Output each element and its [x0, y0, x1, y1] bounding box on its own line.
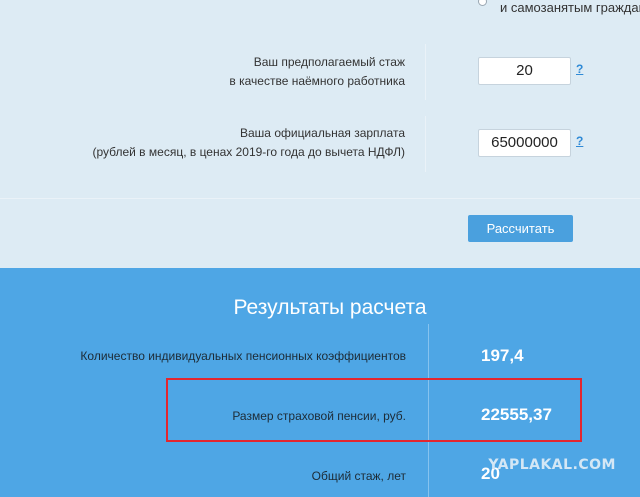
radio-self-employed-label: и самозанятым гражданам [500, 0, 640, 15]
pension-form: и самозанятым гражданам Ваш предполагаем… [0, 0, 640, 268]
salary-help-link[interactable]: ? [576, 134, 583, 148]
experience-help-link[interactable]: ? [576, 62, 583, 76]
experience-label: Ваш предполагаемый стаж в качестве наёмн… [229, 55, 405, 88]
highlight-annotation [166, 378, 582, 442]
salary-label: Ваша официальная зарплата (рублей в меся… [92, 126, 405, 159]
watermark: YAPLAKAL.COM [488, 457, 616, 473]
results-title: Результаты расчета [233, 296, 427, 319]
result-label-coefficients: Количество индивидуальных пенсионных коэ… [80, 349, 406, 363]
result-label-experience: Общий стаж, лет [311, 469, 406, 483]
radio-self-employed[interactable] [478, 0, 487, 6]
calculate-button[interactable]: Рассчитать [468, 215, 573, 242]
result-value-coefficients: 197,4 [481, 346, 524, 365]
row-divider [425, 116, 426, 172]
salary-input[interactable]: 65000000 [478, 129, 571, 157]
experience-input[interactable]: 20 [478, 57, 571, 85]
row-divider [425, 44, 426, 100]
form-divider [0, 198, 640, 199]
